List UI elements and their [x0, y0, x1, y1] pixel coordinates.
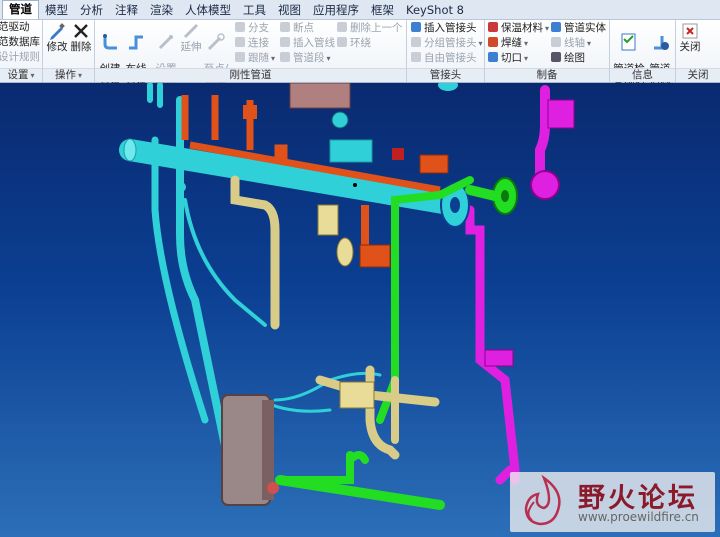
set-start-icon — [158, 35, 173, 50]
close-button[interactable]: 关闭 — [676, 21, 704, 53]
design-rules-button[interactable]: 设计规则 — [0, 50, 40, 64]
green-pipeline[interactable] — [275, 176, 500, 510]
group-label-close: 关闭 — [676, 68, 720, 82]
insert-line-button[interactable]: 插入管线 — [280, 36, 335, 50]
to-point-icon — [207, 33, 225, 51]
free-fitting-icon — [411, 52, 421, 62]
piping-assembly-model[interactable] — [0, 83, 720, 537]
group-info: 管道检 查规则 管道 信息 信息 — [610, 20, 676, 86]
pipe-segment-button[interactable]: 管道段 ▾ — [280, 51, 331, 65]
check-rules-icon — [621, 33, 636, 51]
insulation-icon — [488, 22, 498, 32]
modify-icon — [50, 23, 65, 40]
insert-line-icon — [280, 37, 290, 47]
follow-button[interactable]: 跟随 ▾ — [235, 51, 275, 65]
ribbon: 范驱动 范数据库 设计规则 设置▾ 修改 删除 操作▾ 创建 管道 布线 管道 … — [0, 20, 720, 86]
wrap-button[interactable]: 环绕 — [337, 36, 371, 50]
branch-button[interactable]: 分支 — [235, 21, 269, 35]
tab-model[interactable]: 模型 — [39, 2, 74, 19]
tab-tools[interactable]: 工具 — [237, 2, 272, 19]
heat-exchanger[interactable] — [221, 394, 279, 506]
insert-fitting-icon — [411, 22, 421, 32]
pipe-info-icon — [654, 36, 669, 50]
weld-button[interactable]: 焊缝 ▾ — [488, 36, 528, 50]
graphics-viewport[interactable]: 野火论坛 www.proewildfire.cn — [0, 83, 720, 537]
extend-button[interactable]: 延伸 — [178, 21, 204, 53]
group-setup: 范驱动 范数据库 设计规则 设置 ▾ — [0, 20, 43, 82]
spool-icon — [551, 37, 561, 47]
connect-button[interactable]: 连接 — [235, 36, 269, 50]
group-fitting-icon — [411, 37, 421, 47]
tab-view[interactable]: 视图 — [272, 2, 307, 19]
cyan-pipeline[interactable] — [119, 83, 466, 474]
pipe-segment-icon — [280, 52, 290, 62]
drawing-icon — [551, 52, 561, 62]
group-close: 关闭 关闭 — [676, 20, 720, 82]
group-label-info: 信息 — [610, 68, 675, 82]
tab-applications[interactable]: 应用程序 — [307, 2, 365, 19]
tab-annotate[interactable]: 注释 — [109, 2, 144, 19]
spec-database-button[interactable]: 范数据库 — [0, 35, 40, 49]
tab-manikin[interactable]: 人体模型 — [179, 2, 237, 19]
pipe-solid-icon — [551, 22, 561, 32]
tab-piping[interactable]: 管道 — [2, 0, 39, 19]
drawing-button[interactable]: 绘图 — [551, 51, 585, 65]
cut-icon — [488, 52, 498, 62]
pipe-solid-button[interactable]: 管道实体 — [551, 21, 606, 35]
group-label-fittings: 管接头 — [407, 68, 484, 82]
follow-icon — [235, 52, 245, 62]
group-rigid-piping: 创建 管道 布线 管道 设置 起点 延伸 至点/ 端口 分支 连接 跟随▾ 断点… — [95, 20, 407, 86]
group-label-rigid-piping: 刚性管道 — [95, 68, 406, 82]
cut-button[interactable]: 切口 ▾ — [488, 51, 528, 65]
route-pipeline-icon — [129, 35, 143, 50]
delete-button[interactable]: 删除 — [68, 21, 94, 53]
group-operations: 修改 删除 操作 ▾ — [43, 20, 95, 82]
delete-previous-icon — [337, 22, 347, 32]
flame-logo-icon — [524, 474, 561, 526]
group-fabrication: 保温材料 ▾ 焊缝 ▾ 切口 ▾ 管道实体 线轴 ▾ 绘图 制备 — [485, 20, 610, 82]
group-fitting-button[interactable]: 分组管接头 ▾ — [411, 36, 483, 50]
group-label-fabrication: 制备 — [485, 68, 609, 82]
ribbon-tab-bar: 管道 模型 分析 注释 渲染 人体模型 工具 视图 应用程序 框架 KeySho… — [0, 0, 720, 20]
break-icon — [280, 22, 290, 32]
forum-watermark: 野火论坛 www.proewildfire.cn — [510, 472, 715, 532]
tab-analysis[interactable]: 分析 — [74, 2, 109, 19]
group-label-operations: 操作 ▾ — [43, 68, 94, 82]
insulation-button[interactable]: 保温材料 ▾ — [488, 21, 549, 35]
spec-driven-button[interactable]: 范驱动 — [0, 20, 30, 34]
wrap-icon — [337, 37, 347, 47]
free-fitting-button[interactable]: 自由管接头 — [411, 51, 477, 65]
tab-render[interactable]: 渲染 — [144, 2, 179, 19]
close-icon — [682, 23, 698, 39]
create-pipeline-icon — [103, 34, 117, 50]
tab-framework[interactable]: 框架 — [365, 2, 400, 19]
insert-fitting-button[interactable]: 插入管接头 — [411, 21, 477, 35]
flange-set[interactable] — [438, 83, 518, 228]
extend-icon — [183, 23, 199, 39]
watermark-url: www.proewildfire.cn — [578, 510, 699, 524]
delete-icon — [74, 24, 88, 38]
branch-icon — [235, 22, 245, 32]
modify-button[interactable]: 修改 — [44, 21, 70, 53]
group-label-setup: 设置 ▾ — [0, 68, 42, 82]
weld-icon — [488, 37, 498, 47]
valve-housing[interactable] — [289, 83, 351, 109]
tab-keyshot[interactable]: KeyShot 8 — [400, 2, 470, 19]
connect-icon — [235, 37, 245, 47]
delete-previous-button[interactable]: 删除上一个 — [337, 21, 403, 35]
spool-button[interactable]: 线轴 ▾ — [551, 36, 591, 50]
break-button[interactable]: 断点 — [280, 21, 314, 35]
group-fittings: 插入管接头 分组管接头 ▾ 自由管接头 管接头 — [407, 20, 485, 82]
magenta-pipeline[interactable] — [465, 85, 575, 485]
